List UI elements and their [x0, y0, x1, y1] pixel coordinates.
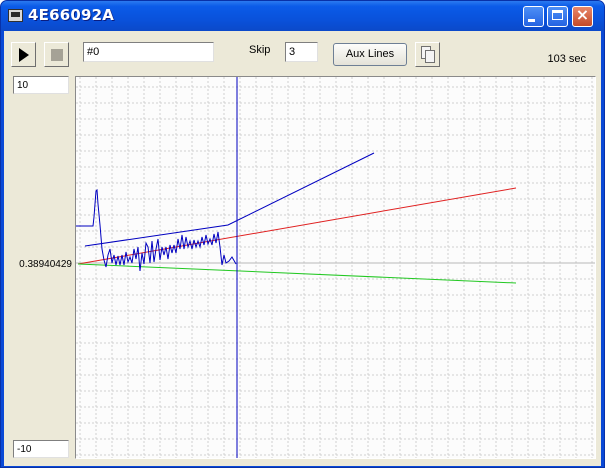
skip-input[interactable] — [285, 42, 318, 62]
play-button[interactable] — [11, 42, 36, 67]
skip-label: Skip — [249, 44, 271, 56]
client-area: Skip Aux Lines 103 sec 0.38940429 — [4, 31, 601, 466]
y-min-input[interactable] — [13, 440, 69, 458]
maximize-button[interactable] — [547, 6, 568, 27]
elapsed-time: 103 sec — [547, 53, 586, 65]
cursor-value-label: 0.38940429 — [19, 259, 72, 270]
copy-button[interactable] — [415, 42, 440, 67]
close-icon: × — [575, 5, 590, 24]
plot-canvas — [76, 77, 595, 458]
channel-input[interactable] — [83, 42, 214, 62]
app-window: 4E66092A × Skip Aux Lines 103 sec 0.3894… — [0, 0, 605, 468]
stop-icon — [51, 49, 63, 61]
play-icon — [19, 48, 29, 62]
title-bar[interactable]: 4E66092A × — [1, 1, 604, 31]
stop-button[interactable] — [44, 42, 69, 67]
plot-area[interactable] — [75, 76, 596, 459]
app-icon[interactable] — [8, 9, 23, 22]
y-max-input[interactable] — [13, 76, 69, 94]
close-button[interactable]: × — [572, 5, 593, 27]
window-title: 4E66092A — [28, 6, 115, 24]
aux-lines-button[interactable]: Aux Lines — [333, 43, 407, 66]
minimize-button[interactable] — [523, 6, 544, 27]
